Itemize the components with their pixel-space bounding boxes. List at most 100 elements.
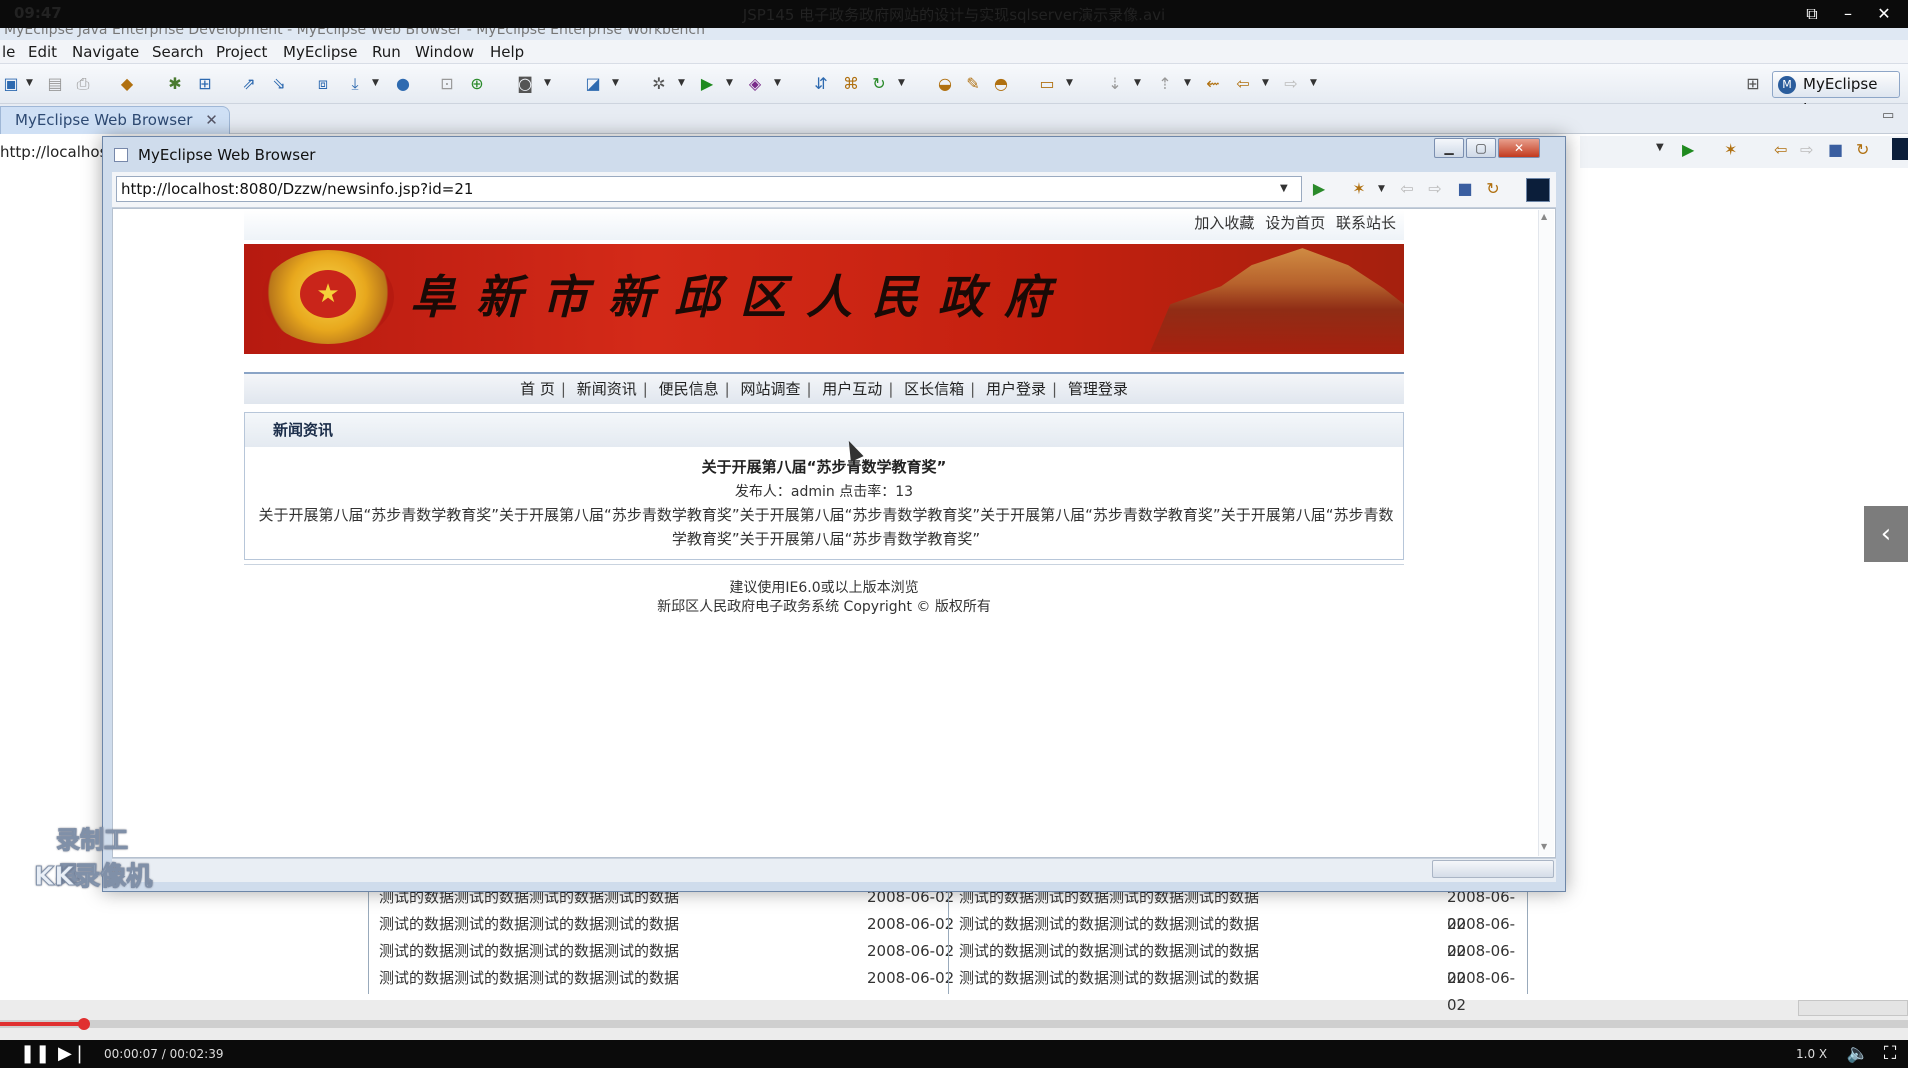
scrollbar-thumb[interactable] xyxy=(1432,860,1554,878)
nav-survey[interactable]: 网站调查 xyxy=(740,380,800,398)
open-folder-icon[interactable]: ◒ xyxy=(934,73,956,95)
redeploy-icon[interactable]: ⇘ xyxy=(268,73,290,95)
stop-icon[interactable]: ■ xyxy=(1454,178,1476,200)
favorites-icon[interactable]: ✶ xyxy=(1348,178,1370,200)
fullscreen-toggle-icon[interactable]: ⧉ xyxy=(1800,3,1824,25)
link-contact-admin[interactable]: 联系站长 xyxy=(1336,214,1396,232)
side-panel-toggle-icon[interactable]: ‹ xyxy=(1864,506,1908,562)
chevron-down-icon[interactable]: ▼ xyxy=(1262,78,1272,88)
eclipse-status-scroll[interactable] xyxy=(1798,1000,1908,1016)
video-progress-knob[interactable] xyxy=(77,1018,90,1030)
deploy-icon[interactable]: ⇗ xyxy=(238,73,260,95)
chevron-down-icon[interactable]: ▼ xyxy=(726,78,736,88)
nav-service-info[interactable]: 便民信息 xyxy=(659,380,719,398)
debug-icon[interactable]: ✱ xyxy=(164,73,186,95)
add-icon[interactable]: ⊕ xyxy=(466,73,488,95)
mark-icon[interactable]: ◓ xyxy=(990,73,1012,95)
window-maximize-button[interactable]: ▢ xyxy=(1466,138,1496,158)
new-icon[interactable]: ▣ xyxy=(0,73,22,95)
refresh-icon[interactable]: ↻ xyxy=(1856,140,1869,159)
pause-icon[interactable]: ❚❚ xyxy=(20,1042,50,1066)
scroll-up-icon[interactable]: ▲ xyxy=(1541,212,1547,221)
run-icon[interactable]: ▶ xyxy=(696,73,718,95)
print-icon[interactable]: ⎙ xyxy=(72,73,94,95)
list-item[interactable]: 测试的数据测试的数据测试的数据测试的数据 xyxy=(959,911,1259,938)
forward-icon[interactable]: ⇨ xyxy=(1424,178,1446,200)
menu-edit[interactable]: Edit xyxy=(28,43,57,61)
db-icon[interactable]: ⧈ xyxy=(312,73,334,95)
next-icon[interactable]: ▶❘ xyxy=(58,1042,87,1066)
video-progress-track[interactable] xyxy=(0,1020,1908,1028)
nav-mayor-mailbox[interactable]: 区长信箱 xyxy=(904,380,964,398)
menu-navigate[interactable]: Navigate xyxy=(72,43,139,61)
chevron-down-icon[interactable]: ▼ xyxy=(898,78,908,88)
menu-window[interactable]: Window xyxy=(415,43,474,61)
menu-run[interactable]: Run xyxy=(372,43,401,61)
menu-search[interactable]: Search xyxy=(152,43,204,61)
chevron-down-icon[interactable]: ▼ xyxy=(372,78,382,88)
go-icon[interactable]: ▶ xyxy=(1308,178,1330,200)
wizard-icon[interactable]: ◪ xyxy=(582,73,604,95)
next-annotation-icon[interactable]: ⇣ xyxy=(1104,73,1126,95)
build-icon[interactable]: ⇵ xyxy=(810,73,832,95)
vertical-scrollbar[interactable]: ▲ ▼ xyxy=(1538,210,1554,856)
back-icon[interactable]: ⇦ xyxy=(1396,178,1418,200)
chevron-down-icon[interactable]: ▼ xyxy=(1656,142,1664,153)
import-icon[interactable]: ⤓ xyxy=(344,73,366,95)
external-tools-icon[interactable]: ◈ xyxy=(744,73,766,95)
chevron-down-icon[interactable]: ▼ xyxy=(1184,78,1194,88)
url-input[interactable]: http://localhost:8080/Dzzw/newsinfo.jsp?… xyxy=(116,176,1302,202)
folder-icon[interactable]: ▭ xyxy=(1036,73,1058,95)
open-perspective-icon[interactable]: ⊞ xyxy=(1742,73,1764,95)
refresh-icon[interactable]: ↻ xyxy=(868,73,890,95)
nav-user-login[interactable]: 用户登录 xyxy=(986,380,1046,398)
nav-news[interactable]: 新闻资讯 xyxy=(577,380,637,398)
playback-speed[interactable]: 1.0 X xyxy=(1796,1047,1827,1061)
volume-icon[interactable]: 🔈 xyxy=(1846,1042,1870,1066)
menu-file[interactable]: le xyxy=(2,43,15,61)
back-icon[interactable]: ⇦ xyxy=(1232,73,1254,95)
list-item[interactable]: 测试的数据测试的数据测试的数据测试的数据 xyxy=(379,911,679,938)
tab-myeclipse-web-browser[interactable]: MyEclipse Web Browser ✕ xyxy=(0,106,230,134)
close-icon[interactable]: ✕ xyxy=(1872,3,1896,25)
menu-help[interactable]: Help xyxy=(490,43,524,61)
minimize-icon[interactable]: – xyxy=(1836,3,1860,25)
forward-icon[interactable]: ⇨ xyxy=(1800,140,1813,159)
nav-admin-login[interactable]: 管理登录 xyxy=(1068,380,1128,398)
list-item[interactable]: 测试的数据测试的数据测试的数据测试的数据 xyxy=(379,965,679,992)
chevron-down-icon[interactable]: ▼ xyxy=(1280,180,1296,198)
bundle-icon[interactable]: ⌘ xyxy=(840,73,862,95)
server-icon[interactable]: ⊞ xyxy=(194,73,216,95)
chevron-down-icon[interactable]: ▼ xyxy=(1134,78,1144,88)
link-add-favorite[interactable]: 加入收藏 xyxy=(1194,214,1254,232)
chevron-down-icon[interactable]: ▼ xyxy=(1066,78,1076,88)
open-type-icon[interactable]: ⊡ xyxy=(436,73,458,95)
tool-icon[interactable]: ✎ xyxy=(962,73,984,95)
refresh-icon[interactable]: ↻ xyxy=(1482,178,1504,200)
chevron-down-icon[interactable]: ▼ xyxy=(1310,78,1320,88)
list-item[interactable]: 测试的数据测试的数据测试的数据测试的数据 xyxy=(379,938,679,965)
menu-myeclipse[interactable]: MyEclipse xyxy=(283,43,357,61)
minimize-view-icon[interactable]: ▭ xyxy=(1882,108,1894,123)
prev-annotation-icon[interactable]: ⇡ xyxy=(1154,73,1176,95)
fullscreen-icon[interactable]: ⛶ xyxy=(1878,1042,1902,1066)
camera-icon[interactable]: ◙ xyxy=(514,73,536,95)
nav-interaction[interactable]: 用户互动 xyxy=(822,380,882,398)
forward-icon[interactable]: ⇨ xyxy=(1280,73,1302,95)
list-item[interactable]: 测试的数据测试的数据测试的数据测试的数据 xyxy=(959,965,1259,992)
favorites-icon[interactable]: ✶ xyxy=(1724,140,1737,159)
window-close-button[interactable]: ✕ xyxy=(1498,138,1540,158)
go-icon[interactable]: ▶ xyxy=(1682,140,1694,159)
last-edit-icon[interactable]: ⇜ xyxy=(1202,73,1224,95)
menu-project[interactable]: Project xyxy=(216,43,267,61)
chevron-down-icon[interactable]: ▼ xyxy=(544,78,554,88)
chevron-down-icon[interactable]: ▼ xyxy=(26,78,36,88)
stop-icon[interactable]: ■ xyxy=(1828,140,1843,159)
nav-home[interactable]: 首 页 xyxy=(520,380,555,398)
globe-icon[interactable]: ● xyxy=(392,73,414,95)
link-set-homepage[interactable]: 设为首页 xyxy=(1265,214,1325,232)
chevron-down-icon[interactable]: ▼ xyxy=(774,78,784,88)
list-item[interactable]: 测试的数据测试的数据测试的数据测试的数据 xyxy=(959,938,1259,965)
save-icon[interactable]: ▤ xyxy=(44,73,66,95)
back-icon[interactable]: ⇦ xyxy=(1774,140,1787,159)
